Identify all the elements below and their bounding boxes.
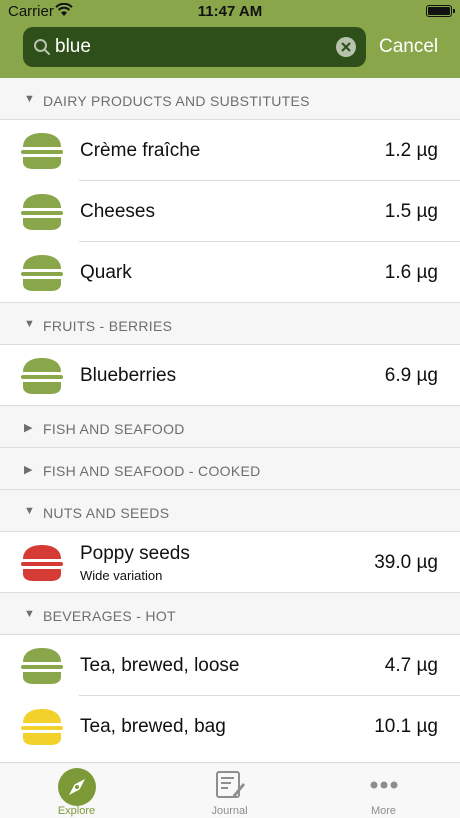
- burger-green-icon: [21, 648, 63, 684]
- section-header-fish-cooked[interactable]: ▶ FISH AND SEAFOOD - COOKED: [0, 448, 460, 490]
- expanded-arrow-icon: ▼: [24, 505, 35, 517]
- search-header: Carrier 11:47 AM blue Cancel: [0, 0, 460, 78]
- item-value: 1.2 µg: [384, 140, 438, 161]
- section-header-beverages[interactable]: ▼ BEVERAGES - HOT: [0, 593, 460, 635]
- list-item[interactable]: Quark 1.6 µg: [0, 242, 460, 303]
- tab-journal[interactable]: Journal: [153, 763, 306, 818]
- item-name: Tea, brewed, loose: [80, 655, 240, 676]
- item-name: Cheeses: [80, 201, 155, 222]
- list-item[interactable]: Tea, brewed, loose 4.7 µg: [0, 635, 460, 696]
- section-title: FISH AND SEAFOOD: [43, 421, 185, 437]
- section-header-dairy[interactable]: ▼ DAIRY PRODUCTS AND SUBSTITUTES: [0, 78, 460, 120]
- section-title: BEVERAGES - HOT: [43, 608, 176, 624]
- item-name: Tea, brewed, bag: [80, 716, 226, 737]
- search-field[interactable]: blue: [23, 27, 366, 67]
- tab-label: More: [370, 805, 397, 817]
- cancel-button[interactable]: Cancel: [379, 36, 438, 58]
- compass-icon: [57, 768, 96, 806]
- burger-green-icon: [21, 358, 63, 394]
- burger-green-icon: [21, 255, 63, 291]
- list-item[interactable]: Crème fraîche 1.2 µg: [0, 120, 460, 181]
- section-header-berries[interactable]: ▼ FRUITS - BERRIES: [0, 303, 460, 345]
- item-value: 4.7 µg: [384, 655, 438, 676]
- clear-search-icon[interactable]: [336, 37, 356, 57]
- item-value: 1.5 µg: [384, 201, 438, 222]
- section-title: NUTS AND SEEDS: [43, 505, 170, 521]
- tab-explore[interactable]: Explore: [0, 763, 153, 818]
- tab-label: Explore: [57, 805, 96, 817]
- list-item[interactable]: Cheeses 1.5 µg: [0, 181, 460, 242]
- battery-icon: [426, 5, 455, 17]
- tab-bar: Explore Journal More: [0, 762, 460, 818]
- burger-green-icon: [21, 194, 63, 230]
- item-value: 1.6 µg: [384, 262, 438, 283]
- burger-red-icon: [21, 545, 63, 581]
- expanded-arrow-icon: ▼: [24, 318, 35, 330]
- journal-icon: [215, 771, 245, 798]
- burger-yellow-icon: [21, 709, 63, 745]
- item-subtitle: Wide variation: [80, 568, 163, 583]
- expanded-arrow-icon: ▼: [24, 93, 35, 105]
- item-value: 6.9 µg: [384, 365, 438, 386]
- section-header-nuts[interactable]: ▼ NUTS AND SEEDS: [0, 490, 460, 532]
- item-name: Crème fraîche: [80, 140, 201, 161]
- section-header-fish[interactable]: ▶ FISH AND SEAFOOD: [0, 406, 460, 448]
- clock: 11:47 AM: [197, 3, 263, 20]
- search-icon: [34, 39, 50, 55]
- more-icon: [370, 781, 397, 789]
- item-value: 10.1 µg: [374, 716, 438, 737]
- item-name: Quark: [80, 262, 132, 283]
- section-title: FISH AND SEAFOOD - COOKED: [43, 463, 261, 479]
- collapsed-arrow-icon: ▶: [24, 464, 33, 476]
- section-title: DAIRY PRODUCTS AND SUBSTITUTES: [43, 93, 310, 109]
- section-title: FRUITS - BERRIES: [43, 318, 173, 334]
- expanded-arrow-icon: ▼: [24, 608, 35, 620]
- collapsed-arrow-icon: ▶: [24, 422, 33, 434]
- item-name: Blueberries: [80, 365, 177, 386]
- item-name: Poppy seeds: [80, 543, 190, 564]
- results-list: ▼ DAIRY PRODUCTS AND SUBSTITUTES Crème f…: [0, 78, 460, 757]
- list-item[interactable]: Blueberries 6.9 µg: [0, 345, 460, 406]
- search-input[interactable]: blue: [55, 36, 91, 58]
- status-bar: Carrier 11:47 AM: [0, 0, 460, 24]
- burger-green-icon: [21, 133, 63, 169]
- list-item[interactable]: Tea, brewed, bag 10.1 µg: [0, 696, 460, 757]
- tab-label: Journal: [211, 805, 248, 817]
- tab-more[interactable]: More: [307, 763, 460, 818]
- item-value: 39.0 µg: [374, 552, 438, 573]
- list-item[interactable]: Poppy seeds Wide variation 39.0 µg: [0, 532, 460, 593]
